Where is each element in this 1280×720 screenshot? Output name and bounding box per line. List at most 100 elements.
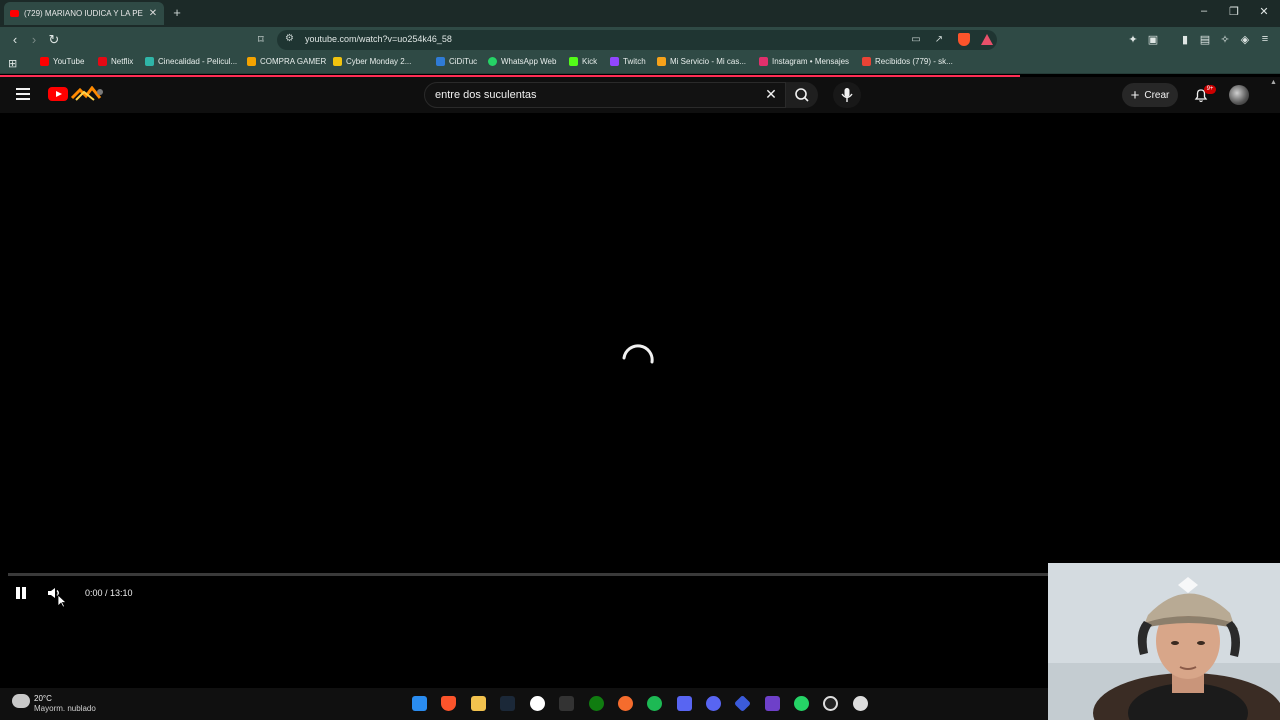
bookmark-item[interactable]: Cyber Monday 2...: [333, 57, 411, 66]
settings-gear-icon[interactable]: [853, 696, 868, 711]
search-icon: [795, 88, 809, 102]
ciditu-favicon-icon: [436, 57, 445, 66]
address-bar[interactable]: ⚙ youtube.com/watch?v=uo254k46_58 ▭ ↗: [277, 30, 997, 50]
vpn-icon[interactable]: ◈: [1238, 33, 1252, 46]
weather-temperature: 20°C: [34, 694, 52, 703]
brave-shields-icon[interactable]: [958, 33, 970, 46]
streamer-camera-image: [1048, 563, 1280, 720]
sidebar-icon[interactable]: ▮: [1178, 33, 1192, 46]
start-icon[interactable]: [412, 696, 427, 711]
origin-icon[interactable]: [618, 696, 633, 711]
wallet-icon[interactable]: ▣: [1146, 33, 1160, 46]
game-controller-icon[interactable]: [677, 696, 692, 711]
youtube-doodle-icon[interactable]: [70, 86, 106, 102]
weather-cloud-icon[interactable]: [12, 694, 30, 708]
window-close-icon[interactable]: ✕: [1256, 5, 1272, 18]
gmail-icon: [862, 57, 871, 66]
bookmark-item[interactable]: Instagram • Mensajes: [759, 57, 849, 66]
youtube-favicon-icon: [40, 57, 49, 66]
bookmark-item[interactable]: Recibidos (779) - sk...: [862, 57, 953, 66]
weather-condition: Mayorm. nublado: [34, 704, 96, 713]
video-player[interactable]: 0:00 / 13:10: [0, 113, 1270, 613]
bookmark-label: CiDiTuc: [449, 57, 478, 66]
bookmark-item[interactable]: Kick: [569, 57, 597, 66]
back-icon[interactable]: ‹: [8, 32, 22, 47]
leo-ai-icon[interactable]: ✧: [1218, 33, 1232, 46]
forward-icon[interactable]: ›: [27, 32, 41, 47]
cinecalidad-favicon-icon: [145, 57, 154, 66]
site-info-icon[interactable]: ⚙: [285, 33, 294, 44]
compragamer-favicon-icon: [247, 57, 256, 66]
hamburger-menu-icon[interactable]: [16, 88, 30, 100]
chrome-icon[interactable]: [530, 696, 545, 711]
youtube-favicon-icon: [10, 10, 19, 17]
discord-icon[interactable]: [706, 696, 721, 711]
whatsapp-app-icon[interactable]: [794, 696, 809, 711]
vpn-app-icon[interactable]: [734, 695, 751, 712]
time-display: 0:00 / 13:10: [85, 588, 133, 598]
brave-icon[interactable]: [441, 696, 456, 711]
scrollbar-up-arrow-icon[interactable]: ▲: [1270, 79, 1277, 86]
bookmark-item[interactable]: Mi Servicio - Mi cas...: [657, 57, 746, 66]
instagram-icon: [759, 57, 768, 66]
bookmark-item[interactable]: YouTube: [40, 57, 84, 66]
bookmark-item[interactable]: Cinecalidad - Pelicul...: [145, 57, 237, 66]
avatar[interactable]: [1229, 85, 1249, 105]
file-explorer-icon[interactable]: [471, 696, 486, 711]
apps-grid-icon[interactable]: ⊞: [8, 57, 17, 70]
bookmark-item[interactable]: CiDiTuc: [436, 57, 477, 66]
loading-spinner-icon: [622, 344, 654, 364]
search-button[interactable]: [786, 82, 818, 108]
bookmark-label: YouTube: [53, 57, 85, 66]
new-tab-button[interactable]: +: [170, 5, 184, 20]
bookmark-label: Twitch: [623, 57, 646, 66]
cast-icon[interactable]: ▭: [910, 34, 922, 45]
bookmark-item[interactable]: Twitch: [610, 57, 646, 66]
pause-button[interactable]: [15, 587, 27, 599]
windows-taskbar: 20°C Mayorm. nublado: [0, 688, 1048, 720]
menu-icon[interactable]: ≡: [1258, 33, 1272, 45]
bookmark-page-icon[interactable]: ⌑: [258, 33, 264, 46]
bookmark-item[interactable]: WhatsApp Web: [488, 57, 556, 66]
clear-search-icon[interactable]: ✕: [764, 86, 778, 103]
search-input[interactable]: entre dos suculentas ✕: [424, 82, 786, 108]
steam-icon[interactable]: [500, 696, 515, 711]
netflix-favicon-icon: [98, 57, 107, 66]
brave-rewards-icon[interactable]: [981, 34, 993, 45]
bookmark-label: Recibidos (779) - sk...: [875, 57, 953, 66]
bookmark-label: Kick: [582, 57, 598, 66]
bookmarks-bar: ⊞ YouTube Netflix Cinecalidad - Pelicul.…: [0, 53, 1280, 74]
bookmark-label: Instagram • Mensajes: [772, 57, 850, 66]
youtube-logo[interactable]: [48, 87, 68, 101]
youtube-header: entre dos suculentas ✕ + Crear 9+: [0, 77, 1280, 113]
progress-bar[interactable]: [8, 573, 1048, 576]
spotify-icon[interactable]: [647, 696, 662, 711]
browser-tab-youtube[interactable]: (729) MARIANO IUDICA Y LA PE ✕: [4, 2, 164, 25]
bookmark-item[interactable]: COMPRA GAMER: [247, 57, 326, 66]
microphone-icon: [841, 88, 853, 102]
epic-games-icon[interactable]: [559, 696, 574, 711]
url-text: youtube.com/watch?v=uo254k46_58: [305, 34, 452, 44]
notification-badge: 9+: [1204, 85, 1216, 94]
obs-icon[interactable]: [823, 696, 838, 711]
bookmark-label: Netflix: [111, 57, 134, 66]
tab-close-icon[interactable]: ✕: [148, 8, 158, 19]
bookmark-label: COMPRA GAMER: [260, 57, 327, 66]
notes-icon[interactable]: [765, 696, 780, 711]
share-icon[interactable]: ↗: [933, 34, 945, 45]
extensions-icon[interactable]: ✦: [1126, 33, 1140, 46]
twitch-icon: [610, 57, 619, 66]
create-label: Crear: [1144, 89, 1170, 101]
reading-list-icon[interactable]: ▤: [1198, 33, 1212, 46]
bookmark-item[interactable]: Netflix: [98, 57, 133, 66]
xbox-icon[interactable]: [589, 696, 604, 711]
mouse-cursor-icon: [57, 594, 67, 608]
screen: (729) MARIANO IUDICA Y LA PE ✕ + – ❐ ✕ ‹…: [0, 0, 1280, 720]
bookmark-label: Mi Servicio - Mi cas...: [670, 57, 747, 66]
minimize-icon[interactable]: –: [1196, 5, 1212, 17]
tab-title: (729) MARIANO IUDICA Y LA PE: [24, 9, 143, 18]
create-button[interactable]: + Crear: [1122, 83, 1178, 107]
restore-icon[interactable]: ❐: [1226, 5, 1242, 18]
reload-icon[interactable]: ↻: [47, 32, 61, 48]
voice-search-button[interactable]: [833, 82, 861, 108]
